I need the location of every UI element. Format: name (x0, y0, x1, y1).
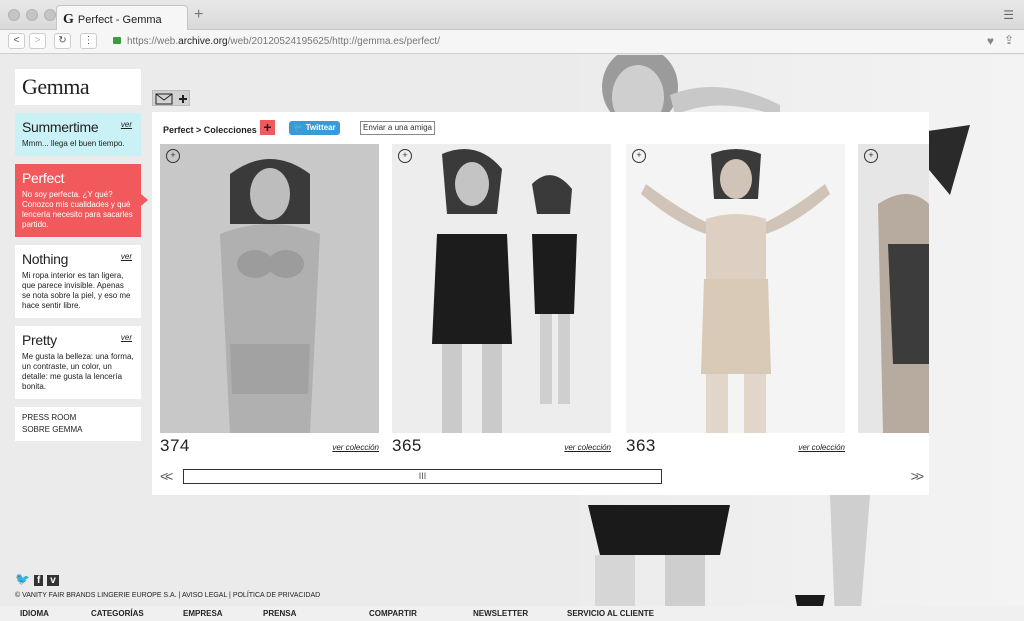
zoom-window-button[interactable] (44, 9, 56, 21)
scroll-handle[interactable]: III (419, 471, 427, 481)
carousel-scrollbar[interactable]: III (183, 469, 662, 484)
web-page: Gemma Summertime ver Mmm... llega el bue… (0, 55, 1024, 621)
grid-icon[interactable]: ⋮ (80, 33, 97, 49)
url-field[interactable]: https://web.archive.org/web/201205241956… (105, 33, 995, 50)
scroll-left-icon[interactable]: << (160, 468, 173, 484)
scroll-right-icon[interactable]: >> (911, 468, 924, 484)
card-title: Summertime (22, 119, 99, 135)
product-item[interactable]: + 374 ver colección (160, 144, 379, 455)
legal-text: © VANITY FAIR BRANDS LINGERIE EUROPE S.A… (15, 592, 321, 599)
card-title: Pretty (22, 332, 57, 348)
zoom-icon[interactable]: + (632, 149, 646, 163)
footer-nav-newsletter[interactable]: NEWSLETTER (473, 609, 528, 618)
new-tab-button[interactable]: + (194, 6, 203, 24)
view-collection-link[interactable]: ver colección (798, 443, 845, 452)
card-text: Mmm... llega el buen tiempo. (22, 139, 125, 148)
tab-title: Perfect - Gemma (77, 14, 162, 26)
tab-favicon: G (63, 12, 74, 27)
twitter-icon[interactable]: 🐦 (15, 572, 30, 586)
share-icon[interactable]: ⇪ (1004, 33, 1014, 47)
product-image[interactable]: + (858, 144, 929, 433)
back-button[interactable]: < (8, 33, 25, 49)
browser-window: G Perfect - Gemma + ☰ < > ↻ ⋮ https://web… (0, 0, 1024, 621)
card-title: Perfect (22, 170, 65, 186)
browser-tab[interactable]: G Perfect - Gemma (56, 5, 188, 30)
close-window-button[interactable] (8, 9, 20, 21)
card-text: Me gusta la belleza: una forma, un contr… (22, 352, 134, 391)
zoom-icon[interactable]: + (864, 149, 878, 163)
collection-card-summertime[interactable]: Summertime ver Mmm... llega el buen tiem… (15, 113, 141, 156)
product-image[interactable]: + (160, 144, 379, 433)
product-photo (626, 144, 845, 433)
gemma-logo[interactable]: Gemma (15, 69, 141, 105)
collection-card-nothing[interactable]: Nothing ver Mi ropa interior es tan lige… (15, 245, 141, 318)
send-to-friend-button[interactable]: Enviar a una amiga (360, 121, 435, 135)
footer-nav: IDIOMA CATEGORÍAS EMPRESA PRENSA COMPART… (0, 606, 1024, 621)
minimize-window-button[interactable] (26, 9, 38, 21)
ver-link[interactable]: ver (121, 120, 132, 129)
ver-link[interactable]: ver (121, 252, 132, 261)
footer-nav-categorias[interactable]: CATEGORÍAS (91, 609, 144, 618)
address-bar: < > ↻ ⋮ https://web.archive.org/web/2012… (0, 30, 1024, 54)
envelope-plus-icon (155, 93, 187, 105)
product-photo (858, 144, 929, 433)
product-item[interactable]: + 365 ver colección (392, 144, 611, 455)
product-item[interactable]: + 358 (858, 144, 929, 433)
vimeo-icon[interactable]: v (47, 575, 59, 586)
twitter-bird-icon: 🐦 (293, 123, 304, 132)
reload-button[interactable]: ↻ (54, 33, 71, 49)
product-image[interactable]: + (626, 144, 845, 433)
sidebar: Gemma Summertime ver Mmm... llega el bue… (15, 69, 148, 441)
card-text: No soy perfecta. ¿Y qué? Conozco mis cua… (22, 190, 133, 229)
product-photo (160, 144, 379, 433)
sidebar-links: PRESS ROOM SOBRE GEMMA (15, 407, 141, 441)
product-number: 365 (392, 436, 422, 455)
footer-nav-servicio-cliente[interactable]: SERVICIO AL CLIENTE (567, 609, 654, 618)
product-item[interactable]: + 363 ver colección (626, 144, 845, 455)
footer-nav-compartir[interactable]: COMPARTIR (369, 609, 417, 618)
product-number: 363 (626, 436, 656, 455)
sobre-gemma-link[interactable]: SOBRE GEMMA (22, 424, 134, 436)
tab-menu-icon[interactable]: ☰ (1003, 8, 1014, 22)
breadcrumb[interactable]: Perfect > Colecciones (163, 125, 257, 135)
view-collection-link[interactable]: ver colección (564, 443, 611, 452)
add-button[interactable]: + (260, 120, 275, 135)
mail-share-button[interactable] (152, 90, 190, 106)
card-title: Nothing (22, 251, 69, 267)
view-collection-link[interactable]: ver colección (332, 443, 379, 452)
footer-nav-idioma[interactable]: IDIOMA (20, 609, 49, 618)
ver-link[interactable]: ver (121, 333, 132, 342)
footer-nav-prensa[interactable]: PRENSA (263, 609, 296, 618)
product-photo (392, 144, 611, 433)
press-room-link[interactable]: PRESS ROOM (22, 412, 134, 424)
facebook-icon[interactable]: f (33, 575, 44, 586)
title-bar: G Perfect - Gemma + ☰ (0, 0, 1024, 30)
twitter-button[interactable]: 🐦 Twittear (289, 121, 340, 135)
collection-card-perfect[interactable]: Perfect No soy perfecta. ¿Y qué? Conozco… (15, 164, 148, 237)
collection-panel: Perfect > Colecciones + 🐦 Twittear Envia… (152, 112, 929, 495)
forward-button[interactable]: > (29, 33, 46, 49)
heart-icon[interactable]: ♥ (987, 34, 994, 48)
social-links: 🐦 f v (15, 572, 63, 586)
product-number: 374 (160, 436, 190, 455)
zoom-icon[interactable]: + (166, 149, 180, 163)
lock-icon (113, 37, 121, 44)
card-text: Mi ropa interior es tan ligera, que pare… (22, 271, 131, 310)
product-image[interactable]: + (392, 144, 611, 433)
collection-card-pretty[interactable]: Pretty ver Me gusta la belleza: una form… (15, 326, 141, 399)
footer-nav-empresa[interactable]: EMPRESA (183, 609, 223, 618)
zoom-icon[interactable]: + (398, 149, 412, 163)
